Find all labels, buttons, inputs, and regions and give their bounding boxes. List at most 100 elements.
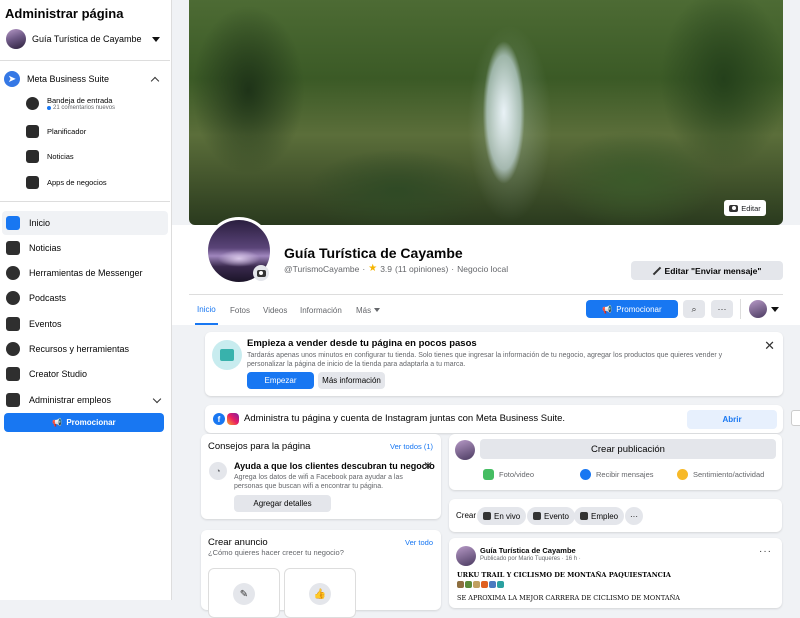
sidebar: Administrar página Guía Turística de Cay… — [0, 0, 172, 600]
more-options-button[interactable]: ··· — [711, 300, 733, 318]
megaphone-icon: 📢 — [602, 304, 613, 314]
nav-item-jobs[interactable]: Administrar empleos — [2, 388, 168, 412]
tab-label: Información — [300, 305, 342, 315]
tab-home[interactable]: Inicio — [195, 295, 218, 325]
nav-item-creator-studio[interactable]: Creator Studio — [2, 362, 168, 386]
nav-item-events[interactable]: Eventos — [2, 312, 168, 336]
shop-icon — [212, 340, 242, 370]
start-button[interactable]: Empezar — [247, 372, 314, 389]
edit-cover-button[interactable]: Editar — [724, 200, 766, 216]
post-author[interactable]: Guía Turística de Cayambe — [480, 546, 576, 555]
tab-label: Videos — [263, 305, 288, 315]
tab-info[interactable]: Información — [300, 295, 342, 325]
nav-label: Noticias — [29, 243, 62, 253]
add-details-button[interactable]: Agregar detalles — [234, 495, 331, 512]
page-selector[interactable]: Guía Turística de Cayambe — [4, 27, 166, 51]
ad-option-tile[interactable]: 👍 — [284, 568, 356, 618]
sidebar-item-planner[interactable]: Planificador — [26, 125, 86, 138]
edit-send-message-button[interactable]: Editar "Enviar mensaje" — [631, 261, 783, 280]
tab-label: Inicio — [197, 304, 216, 314]
ellipsis-icon: ··· — [717, 304, 727, 314]
nav-item-resources[interactable]: Recursos y herramientas — [2, 337, 168, 361]
photo-video-action[interactable]: Foto/video — [483, 469, 534, 480]
create-post-button[interactable]: Crear publicación — [480, 439, 776, 459]
pill-label: Empleo — [591, 511, 619, 521]
separator: · — [451, 263, 455, 274]
emoji-icon — [465, 581, 472, 588]
tab-label: Fotos — [230, 305, 251, 315]
receive-messages-action[interactable]: Recibir mensajes — [580, 469, 654, 480]
promote-label: Promocionar — [616, 304, 662, 314]
page-selector-label: Guía Turística de Cayambe — [32, 34, 142, 44]
close-icon[interactable]: ✕ — [423, 459, 433, 473]
page-title: Guía Turística de Cayambe — [284, 245, 463, 261]
promote-label: Promocionar — [66, 418, 116, 427]
divider — [0, 201, 170, 202]
sidebar-item-apps[interactable]: Apps de negocios — [26, 176, 107, 189]
page-handle: @TurismoCayambe — [284, 263, 360, 274]
nav-item-messenger-tools[interactable]: Herramientas de Messenger — [2, 261, 168, 285]
nav-item-home[interactable]: Inicio — [2, 211, 168, 235]
sidebar-promote-button[interactable]: 📢 Promocionar — [4, 413, 164, 432]
podcast-icon — [6, 291, 20, 305]
tab-photos[interactable]: Fotos — [230, 295, 250, 325]
sidebar-item-news[interactable]: Noticias — [26, 150, 74, 163]
page-reviews[interactable]: (11 opiniones) — [395, 264, 448, 274]
nav-label: Inicio — [29, 218, 51, 228]
page-category: Negocio local — [457, 263, 509, 274]
action-label: Foto/video — [499, 470, 535, 479]
nav-label: Recursos y herramientas — [29, 344, 130, 354]
creator-studio-icon — [6, 367, 20, 381]
action-label: Recibir mensajes — [596, 470, 654, 479]
account-switcher-avatar[interactable] — [749, 300, 767, 318]
instagram-icon — [227, 413, 239, 425]
feeling-activity-action[interactable]: Sentimiento/actividad — [677, 469, 764, 480]
job-button[interactable]: Empleo — [574, 507, 625, 525]
post-options-icon[interactable]: ··· — [759, 546, 772, 557]
page-rating: 3.9 — [380, 263, 393, 274]
more-info-button[interactable]: Más información — [318, 372, 385, 389]
emoji-icon — [457, 581, 464, 588]
profile-camera-button[interactable] — [253, 265, 269, 281]
compose-edit-icon[interactable] — [791, 410, 800, 426]
home-icon — [6, 216, 20, 230]
meta-business-suite-toggle[interactable]: ➤ Meta Business Suite — [4, 70, 166, 88]
caret-down-icon[interactable] — [771, 307, 779, 312]
avatar[interactable] — [456, 546, 476, 566]
tab-more[interactable]: Más — [356, 295, 381, 325]
camera-icon — [256, 269, 266, 277]
event-button[interactable]: Evento — [527, 507, 575, 525]
tab-videos[interactable]: Videos — [263, 295, 287, 325]
see-all-link[interactable]: Ver todo — [405, 538, 433, 547]
emoji-icon — [473, 581, 480, 588]
create-ad-card: Crear anuncio Ver todo ¿Cómo quieres hac… — [201, 530, 441, 618]
inbox-meta: 21 comentarios nuevos — [47, 105, 115, 111]
open-button[interactable]: Abrir — [687, 410, 777, 429]
nav-item-news[interactable]: Noticias — [2, 236, 168, 260]
search-button[interactable]: ⌕ — [683, 300, 705, 318]
pill-label: En vivo — [494, 511, 521, 521]
main-content: Editar Guía Turística de Cayambe @Turism… — [172, 0, 800, 618]
more-create-button[interactable]: ··· — [625, 507, 643, 525]
briefcase-icon — [580, 512, 588, 520]
sidebar-item-inbox[interactable]: Bandeja de entrada 21 comentarios nuevos — [26, 96, 115, 111]
post-headline: URKU TRAIL Y CICLISMO DE MONTAÑA PAQUIES… — [457, 571, 671, 579]
close-icon[interactable]: ✕ — [764, 338, 775, 354]
page-tabs: Inicio Fotos Videos Información Más 📢 Pro… — [189, 294, 783, 325]
pill-label: Evento — [544, 511, 569, 521]
promote-button[interactable]: 📢 Promocionar — [586, 300, 678, 318]
page-tips-card: Consejos para la página Ver todos (1) ◔ … — [201, 434, 441, 519]
nav-item-podcasts[interactable]: Podcasts — [2, 286, 168, 310]
ad-option-tile[interactable]: ✎ — [208, 568, 280, 618]
sidebar-item-label: Bandeja de entrada — [47, 96, 113, 105]
see-all-tips-link[interactable]: Ver todos (1) — [390, 442, 433, 451]
nav-label: Herramientas de Messenger — [29, 268, 143, 278]
news-icon — [26, 150, 39, 163]
chevron-up-icon — [150, 76, 160, 85]
page-avatar — [6, 29, 26, 49]
emoji-icon — [497, 581, 504, 588]
wifi-icon: ◔ — [209, 462, 227, 480]
live-button[interactable]: En vivo — [477, 507, 527, 525]
tips-title: Consejos para la página — [208, 441, 311, 452]
instagram-card-text: Administra tu página y cuenta de Instagr… — [244, 413, 566, 424]
